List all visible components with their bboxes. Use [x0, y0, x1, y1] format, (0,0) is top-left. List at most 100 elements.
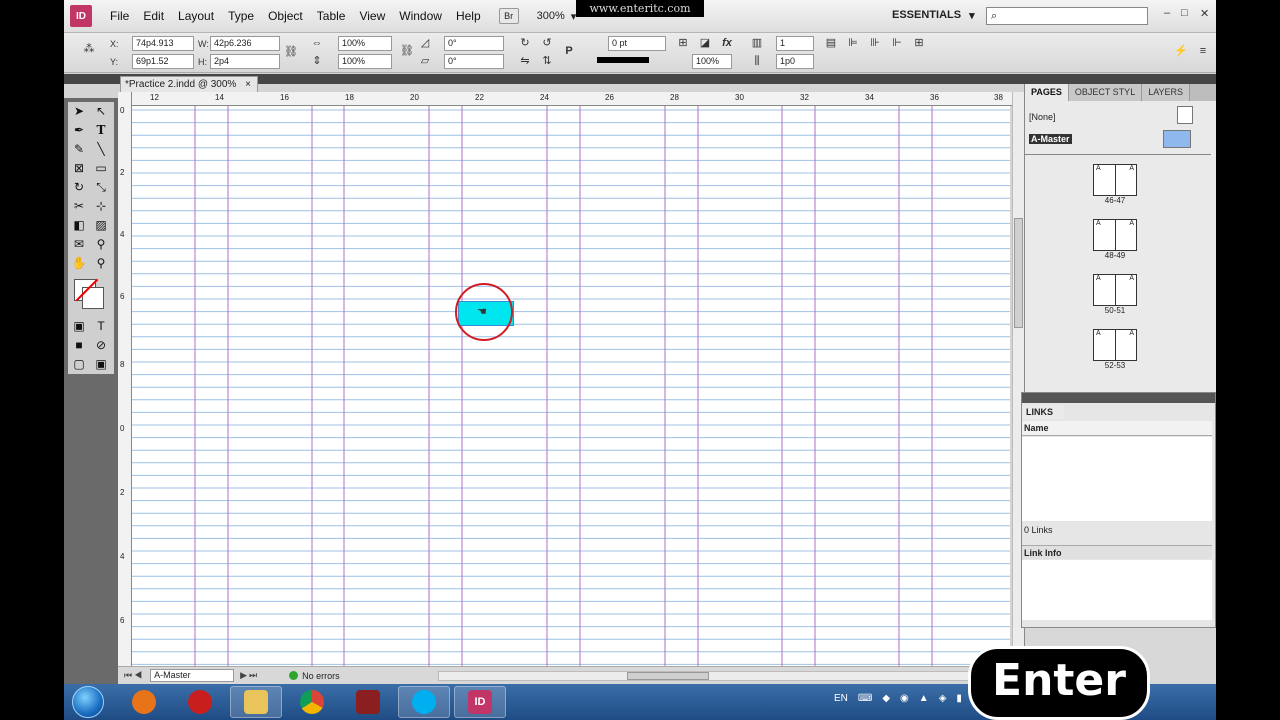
- menu-file[interactable]: File: [110, 9, 129, 23]
- fill-stroke-swatches[interactable]: [68, 273, 114, 317]
- reference-point-icon[interactable]: ⁂: [82, 42, 96, 56]
- align-center-icon[interactable]: ⊪: [868, 36, 882, 50]
- y-position-field[interactable]: 69p1.52: [132, 54, 194, 69]
- apply-color-icon[interactable]: ■: [68, 336, 90, 355]
- line-tool-icon[interactable]: ╲: [90, 140, 112, 159]
- taskbar-acrobat[interactable]: [174, 686, 226, 718]
- vertical-scroll-thumb[interactable]: [1014, 218, 1023, 328]
- tab-links[interactable]: LINKS: [1022, 405, 1064, 419]
- formatting-container-icon[interactable]: ▣: [68, 317, 90, 336]
- preflight-status[interactable]: No errors: [289, 671, 340, 681]
- type-tool-icon[interactable]: T: [90, 121, 112, 140]
- align-right-icon[interactable]: ⊩: [890, 36, 904, 50]
- flip-vertical-icon[interactable]: ⇅: [540, 54, 554, 68]
- pen-tool-icon[interactable]: ✒: [68, 121, 90, 140]
- master-none-row[interactable]: [None]: [1029, 112, 1056, 122]
- rotate-ccw-icon[interactable]: ↺: [540, 36, 554, 50]
- spread-thumbnail[interactable]: A A 48-49: [1093, 219, 1137, 260]
- gradient-feather-tool-icon[interactable]: ▨: [90, 216, 112, 235]
- taskbar-explorer[interactable]: [230, 686, 282, 718]
- spread-thumbnail[interactable]: A A 50-51: [1093, 274, 1137, 315]
- language-indicator[interactable]: EN: [834, 693, 848, 704]
- indesign-app-icon[interactable]: ID: [70, 5, 92, 27]
- width-field[interactable]: 42p6.236: [210, 36, 280, 51]
- page-selector[interactable]: A-Master: [150, 669, 235, 682]
- lightning-icon[interactable]: ⚡: [1174, 44, 1188, 58]
- spread-thumbnail[interactable]: A A 52-53: [1093, 329, 1137, 370]
- opacity-field[interactable]: 100%: [692, 54, 732, 69]
- close-tab-icon[interactable]: ×: [245, 77, 251, 92]
- master-none-thumbnail[interactable]: [1177, 106, 1193, 124]
- scale-y-field[interactable]: 100%: [338, 54, 392, 69]
- master-a-thumbnail[interactable]: [1163, 130, 1191, 148]
- tray-app-icon[interactable]: ◆: [882, 693, 890, 704]
- master-a-row[interactable]: A-Master: [1029, 134, 1072, 144]
- selection-tool-icon[interactable]: ➤: [68, 102, 90, 121]
- start-button[interactable]: [72, 686, 104, 718]
- height-field[interactable]: 2p4: [210, 54, 280, 69]
- formatting-text-icon[interactable]: T: [90, 317, 112, 336]
- pencil-tool-icon[interactable]: ✎: [68, 140, 90, 159]
- apply-none-icon[interactable]: ⊘: [90, 336, 112, 355]
- document-canvas[interactable]: ☚: [132, 106, 1010, 666]
- vertical-ruler[interactable]: 0 2 4 6 8 0 2 4 6: [118, 92, 132, 666]
- text-frame-options-icon[interactable]: ▤: [824, 36, 838, 50]
- distribute-icon[interactable]: ⊞: [912, 36, 926, 50]
- bridge-button[interactable]: Br: [498, 8, 519, 24]
- tray-app-icon[interactable]: ▲: [919, 693, 929, 704]
- links-list[interactable]: [1022, 437, 1212, 521]
- columns-field[interactable]: 1: [776, 36, 814, 51]
- close-window-button[interactable]: ✕: [1200, 7, 1209, 20]
- taskbar-skype[interactable]: [398, 686, 450, 718]
- maximize-button[interactable]: □: [1181, 7, 1188, 19]
- eyedropper-tool-icon[interactable]: ⚲: [90, 235, 112, 254]
- rotation-angle-field[interactable]: 0°: [444, 36, 504, 51]
- spread-thumbnail[interactable]: A A 46-47: [1093, 164, 1137, 205]
- menu-object[interactable]: Object: [268, 9, 303, 23]
- align-left-icon[interactable]: ⊫: [846, 36, 860, 50]
- link-info-header[interactable]: Link Info: [1022, 545, 1212, 559]
- menu-help[interactable]: Help: [456, 9, 481, 23]
- text-p-icon[interactable]: P: [562, 44, 576, 58]
- menu-view[interactable]: View: [359, 9, 385, 23]
- gradient-swatch-tool-icon[interactable]: ◧: [68, 216, 90, 235]
- rotate-cw-icon[interactable]: ↻: [518, 36, 532, 50]
- link-scale-icon[interactable]: ⛓: [400, 44, 414, 58]
- tab-pages[interactable]: PAGES: [1025, 84, 1069, 101]
- workspace-switcher[interactable]: ESSENTIALS ▾: [892, 9, 975, 22]
- preview-mode-icon[interactable]: ▣: [90, 355, 112, 374]
- drop-shadow-icon[interactable]: ◪: [698, 36, 712, 50]
- free-transform-tool-icon[interactable]: ⊹: [90, 197, 112, 216]
- tab-object-styles[interactable]: OBJECT STYL: [1068, 84, 1143, 101]
- taskbar-dictionary[interactable]: [342, 686, 394, 718]
- document-tab[interactable]: *Practice 2.indd @ 300% ×: [120, 76, 258, 92]
- scale-tool-icon[interactable]: ⤡: [90, 178, 112, 197]
- tray-app-icon[interactable]: ◈: [939, 693, 947, 704]
- taskbar-firefox[interactable]: [118, 686, 170, 718]
- constrain-proportions-icon[interactable]: ⛓: [284, 45, 298, 59]
- horizontal-scrollbar[interactable]: [438, 671, 998, 681]
- search-input[interactable]: ⌕: [986, 7, 1148, 25]
- zoom-tool-icon[interactable]: ⚲: [90, 254, 112, 273]
- frame-fitting-icon[interactable]: ⊞: [676, 36, 690, 50]
- gutter-field[interactable]: 1p0: [776, 54, 814, 69]
- horizontal-ruler[interactable]: 12 14 16 18 20 22 24 26 28 30 32 34 36 3…: [118, 92, 1012, 106]
- minimize-button[interactable]: –: [1164, 7, 1170, 19]
- horizontal-scroll-thumb[interactable]: [627, 672, 709, 680]
- scale-x-field[interactable]: 100%: [338, 36, 392, 51]
- x-position-field[interactable]: 74p4.913: [132, 36, 194, 51]
- network-icon[interactable]: ▮: [956, 693, 962, 704]
- normal-view-icon[interactable]: ▢: [68, 355, 90, 374]
- links-column-name[interactable]: Name: [1022, 421, 1212, 436]
- rectangle-tool-icon[interactable]: ▭: [90, 159, 112, 178]
- tab-layers[interactable]: LAYERS: [1142, 84, 1191, 101]
- zoom-level-dropdown[interactable]: 300% ▾: [537, 10, 577, 23]
- menu-type[interactable]: Type: [228, 9, 254, 23]
- menu-edit[interactable]: Edit: [143, 9, 164, 23]
- rectangle-frame-tool-icon[interactable]: ⊠: [68, 159, 90, 178]
- stroke-type-swatch[interactable]: [597, 57, 649, 63]
- links-panel-header[interactable]: [1022, 393, 1215, 403]
- effects-fx-icon[interactable]: fx: [720, 36, 734, 50]
- panel-menu-icon[interactable]: ≡: [1196, 44, 1210, 58]
- menu-window[interactable]: Window: [399, 9, 442, 23]
